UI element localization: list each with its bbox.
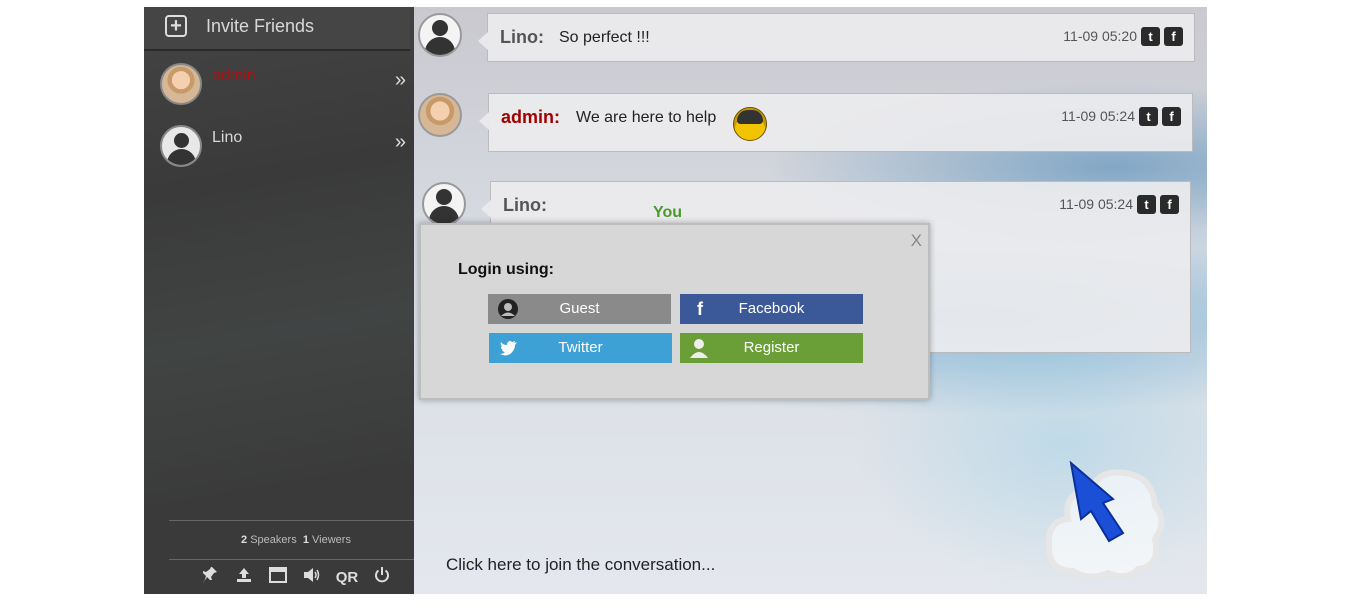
speakers-label: Speakers [250, 534, 297, 546]
power-icon[interactable] [372, 567, 392, 587]
message-sender: admin: [501, 107, 561, 127]
user-add-icon [690, 333, 710, 369]
cloud-upload-logo-icon [1043, 460, 1165, 581]
avatar [422, 182, 466, 226]
guest-login-button[interactable]: Guest [488, 294, 671, 324]
invite-friends-button[interactable]: + Invite Friends [144, 7, 410, 51]
twitter-label: Twitter [558, 339, 603, 356]
message-time: 11-09 05:20 [1063, 28, 1137, 44]
login-modal: X Login using: Guest f Facebook Twitter … [419, 223, 930, 400]
sticker-text: You [653, 204, 683, 221]
chevron-right-icon[interactable]: » [395, 69, 406, 92]
message-text: So perfect !!! [559, 29, 650, 46]
message-bubble: admin: We are here to help 11-09 05:24 t… [479, 93, 1193, 152]
user-name: admin [212, 67, 256, 84]
facebook-icon: f [697, 299, 703, 319]
twitter-share-icon[interactable]: t [1141, 27, 1160, 46]
avatar [160, 63, 202, 105]
twitter-share-icon[interactable]: t [1137, 195, 1156, 214]
batman-emoji-icon [733, 107, 767, 141]
speaker-icon[interactable] [302, 567, 322, 587]
toolbar: QR [169, 562, 423, 592]
user-list-item-lino[interactable]: Lino » [156, 125, 416, 175]
avatar [418, 93, 462, 137]
upload-icon[interactable] [234, 567, 254, 587]
close-button[interactable]: X [911, 231, 922, 251]
qr-button[interactable]: QR [336, 569, 359, 586]
user-icon [498, 294, 518, 330]
user-name: Lino [212, 129, 243, 146]
message-time: 11-09 05:24 [1061, 108, 1135, 124]
register-label: Register [743, 339, 800, 356]
twitter-share-icon[interactable]: t [1139, 107, 1158, 126]
facebook-share-icon[interactable]: f [1162, 107, 1181, 126]
facebook-login-button[interactable]: f Facebook [680, 294, 863, 324]
twitter-login-button[interactable]: Twitter [489, 333, 672, 363]
pin-icon[interactable] [200, 567, 220, 587]
chevron-right-icon[interactable]: » [395, 131, 406, 154]
message-bubble: Lino: So perfect !!! 11-09 05:20 t f [478, 13, 1195, 62]
viewers-count: 1 [302, 534, 309, 546]
avatar [160, 125, 202, 167]
register-button[interactable]: Register [680, 333, 863, 363]
guest-label: Guest [559, 300, 600, 317]
speakers-count: 2 [241, 534, 248, 546]
user-list-item-admin[interactable]: admin » [156, 63, 416, 113]
join-conversation-link[interactable]: Click here to join the conversation... [446, 555, 715, 575]
facebook-share-icon[interactable]: f [1164, 27, 1183, 46]
sidebar: + Invite Friends admin » Lino » 2 Speake… [144, 7, 426, 594]
message-sender: Lino: [503, 195, 547, 215]
twitter-bird-icon [499, 333, 519, 367]
window-icon[interactable] [268, 567, 288, 587]
participant-stats: 2 Speakers 1 Viewers [169, 520, 423, 560]
message-sender: Lino: [500, 27, 544, 47]
login-title: Login using: [458, 261, 554, 278]
viewers-label: Viewers [312, 534, 351, 546]
facebook-label: Facebook [738, 300, 805, 317]
avatar [418, 13, 462, 57]
facebook-share-icon[interactable]: f [1160, 195, 1179, 214]
invite-friends-label: Invite Friends [206, 16, 315, 36]
message-text: We are here to help [576, 109, 717, 126]
message-time: 11-09 05:24 [1059, 196, 1133, 212]
plus-icon: + [165, 15, 187, 37]
